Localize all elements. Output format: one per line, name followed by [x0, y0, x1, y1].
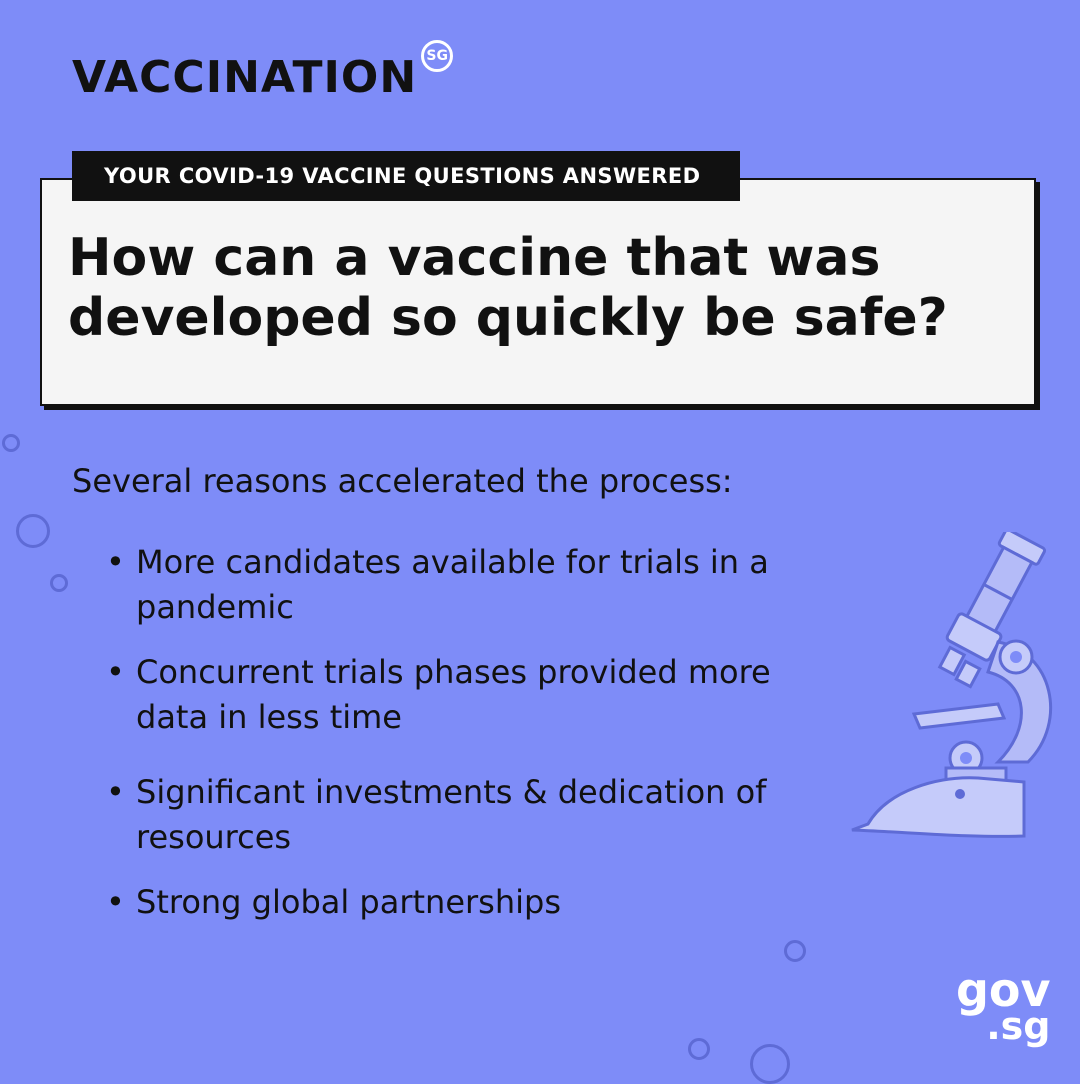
gov-sg-logo: gov .sg	[956, 967, 1051, 1045]
list-item: More candidates available for trials in …	[104, 540, 844, 630]
vaccination-logo: VACCINATION SG	[72, 40, 454, 103]
bubble-decoration	[2, 434, 20, 452]
bubble-decoration	[50, 574, 68, 592]
bubble-decoration	[784, 940, 806, 962]
list-item: Strong global partnerships	[104, 880, 844, 925]
bubble-decoration	[16, 514, 50, 548]
reasons-list: More candidates available for trials in …	[104, 540, 844, 925]
bubble-decoration	[750, 1044, 790, 1084]
logo-wordmark: VACCINATION	[72, 52, 418, 103]
logo-sg-badge: SG	[421, 40, 454, 72]
question-headline: How can a vaccine that was developed so …	[68, 228, 948, 348]
list-item: Concurrent trials phases provided more d…	[104, 650, 844, 740]
intro-text: Several reasons accelerated the process:	[72, 462, 733, 500]
bubble-decoration	[688, 1038, 710, 1060]
list-item: Significant investments & dedication of …	[104, 770, 844, 860]
section-tag: YOUR COVID-19 VACCINE QUESTIONS ANSWERED	[72, 151, 740, 201]
microscope-icon	[851, 532, 1052, 838]
